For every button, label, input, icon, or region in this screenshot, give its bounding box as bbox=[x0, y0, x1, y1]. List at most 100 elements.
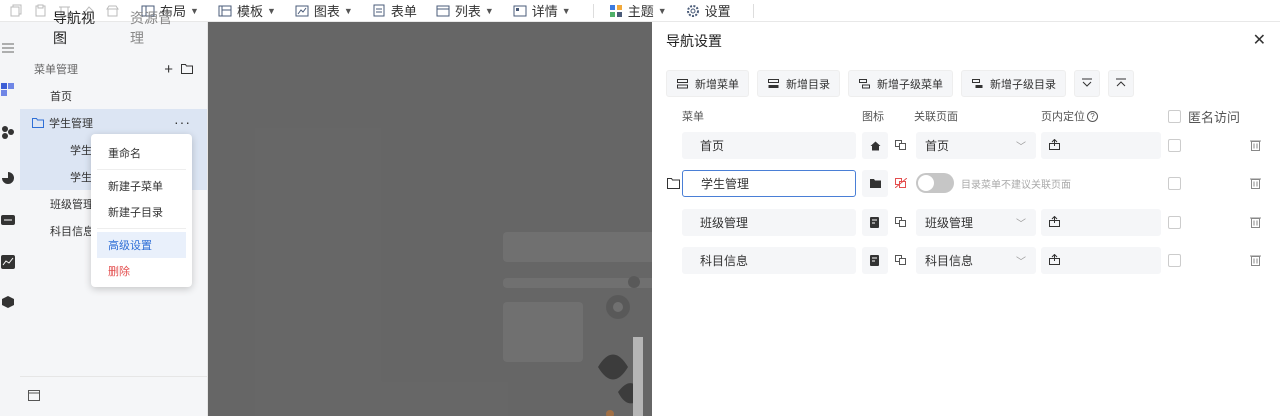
tab-nav-view[interactable]: 导航视图 bbox=[53, 8, 106, 56]
anonymous-checkbox[interactable] bbox=[1168, 254, 1181, 267]
header-linked-page: 关联页面 bbox=[914, 111, 958, 123]
paste-icon[interactable] bbox=[32, 3, 48, 19]
expand-all-button[interactable] bbox=[1074, 70, 1100, 97]
link-page-toggle[interactable] bbox=[916, 173, 954, 193]
tree-item-home[interactable]: 首页 bbox=[20, 82, 207, 109]
theme-icon bbox=[608, 3, 624, 19]
menu-item-new-subdir[interactable]: 新建子目录 bbox=[91, 199, 192, 225]
menu-name-input[interactable]: 学生管理 bbox=[682, 170, 856, 197]
anchor-picker-icon[interactable] bbox=[1049, 253, 1060, 268]
folder-add-icon[interactable] bbox=[181, 61, 193, 78]
form-menu[interactable]: 表单 bbox=[371, 1, 417, 20]
navigation-settings-drawer: 导航设置 ✕ 新增菜单 新增目录 新增子级菜单 新增子级目录 菜单 图标 关联页… bbox=[652, 22, 1280, 416]
linked-page-select[interactable]: 班级管理 ﹀ bbox=[916, 209, 1036, 236]
add-child-directory-button[interactable]: 新增子级目录 bbox=[961, 70, 1066, 97]
home-icon[interactable] bbox=[862, 132, 888, 159]
nav-row: 班级管理 班级管理 ﹀ bbox=[666, 209, 1266, 237]
anchor-picker-icon[interactable] bbox=[1049, 215, 1060, 230]
header-anchor: 页内定位 ? bbox=[1041, 108, 1098, 124]
tree-item-label: 学生管理 bbox=[49, 117, 93, 130]
menu-item-advanced-settings[interactable]: 高级设置 bbox=[97, 232, 186, 258]
unlink-page-icon[interactable] bbox=[894, 176, 908, 190]
left-icon-rail bbox=[0, 22, 20, 416]
chevron-down-icon: ﹀ bbox=[1016, 142, 1026, 153]
store-icon[interactable] bbox=[104, 3, 120, 19]
grid-blocks-icon[interactable] bbox=[0, 82, 16, 98]
add-directory-label: 新增目录 bbox=[786, 78, 830, 91]
form-menu-label: 表单 bbox=[390, 4, 417, 19]
menu-name-input[interactable]: 班级管理 bbox=[682, 209, 856, 236]
expand-all-icon bbox=[1082, 78, 1092, 90]
anonymous-checkbox[interactable] bbox=[1168, 216, 1181, 229]
theme-menu[interactable]: 主题 ▼ bbox=[608, 1, 667, 20]
menu-item-new-submenu[interactable]: 新建子菜单 bbox=[91, 173, 192, 199]
trash-icon[interactable] bbox=[1248, 138, 1262, 152]
chevron-down-icon: ﹀ bbox=[1016, 219, 1026, 230]
settings-menu[interactable]: 设置 bbox=[685, 1, 731, 20]
pie-chart-icon[interactable] bbox=[0, 170, 16, 186]
link-page-icon[interactable] bbox=[894, 138, 908, 152]
form-icon bbox=[371, 3, 387, 19]
anchor-input[interactable] bbox=[1041, 209, 1161, 236]
chevron-down-icon: ▼ bbox=[266, 5, 276, 16]
list-menu[interactable]: 列表 ▼ bbox=[435, 1, 494, 20]
copy-icon[interactable] bbox=[8, 3, 24, 19]
line-chart-icon[interactable] bbox=[0, 254, 16, 270]
plus-icon[interactable]: + bbox=[164, 61, 173, 78]
template-menu[interactable]: 模板 ▼ bbox=[217, 1, 276, 20]
collapse-all-button[interactable] bbox=[1108, 70, 1134, 97]
settings-menu-label: 设置 bbox=[704, 4, 731, 19]
menu-item-delete[interactable]: 删除 bbox=[91, 258, 192, 284]
input-field-icon[interactable] bbox=[0, 212, 16, 228]
note-edit-icon[interactable] bbox=[862, 247, 888, 274]
linked-page-select[interactable]: 科目信息 ﹀ bbox=[916, 247, 1036, 274]
chart-menu[interactable]: 图表 ▼ bbox=[294, 1, 353, 20]
trash-icon[interactable] bbox=[1248, 253, 1262, 267]
anonymous-checkbox[interactable] bbox=[1168, 139, 1181, 152]
chevron-down-icon: ▼ bbox=[484, 5, 494, 16]
more-options-icon[interactable]: ··· bbox=[174, 114, 191, 130]
anchor-input[interactable] bbox=[1041, 247, 1161, 274]
drawer-title: 导航设置 bbox=[666, 33, 722, 49]
nav-footer bbox=[20, 376, 208, 416]
tab-resource-management[interactable]: 资源管理 bbox=[130, 8, 183, 56]
link-page-icon[interactable] bbox=[894, 253, 908, 267]
detail-menu[interactable]: 详情 ▼ bbox=[512, 1, 571, 20]
directory-link-hint: 目录菜单不建议关联页面 bbox=[961, 180, 1071, 191]
add-directory-button[interactable]: 新增目录 bbox=[757, 70, 840, 97]
folder-open-icon bbox=[32, 117, 45, 128]
close-icon[interactable]: ✕ bbox=[1253, 30, 1266, 50]
menu-name-input[interactable]: 科目信息 bbox=[682, 247, 856, 274]
hamburger-icon[interactable] bbox=[0, 40, 16, 56]
help-circle-icon[interactable]: ? bbox=[1087, 110, 1098, 122]
tree-item-label: 班级管理 bbox=[50, 198, 94, 211]
modal-overlay[interactable] bbox=[208, 22, 652, 416]
link-page-icon[interactable] bbox=[894, 215, 908, 229]
chart-icon bbox=[294, 3, 310, 19]
add-child-menu-button[interactable]: 新增子级菜单 bbox=[848, 70, 953, 97]
gear-icon bbox=[685, 3, 701, 19]
anonymous-checkbox[interactable] bbox=[1168, 177, 1181, 190]
cube-icon[interactable] bbox=[0, 294, 16, 310]
menu-item-rename[interactable]: 重命名 bbox=[91, 140, 192, 166]
tree-item-students[interactable]: 学生管理 ··· bbox=[20, 109, 207, 136]
design-canvas bbox=[208, 22, 652, 416]
folder-icon bbox=[666, 176, 680, 190]
theme-menu-label: 主题 bbox=[627, 4, 654, 19]
add-menu-button[interactable]: 新增菜单 bbox=[666, 70, 749, 97]
anonymous-all-checkbox[interactable] bbox=[1168, 110, 1181, 123]
anchor-picker-icon[interactable] bbox=[1049, 138, 1060, 153]
trash-icon[interactable] bbox=[1248, 176, 1262, 190]
calendar-icon[interactable] bbox=[28, 389, 40, 404]
folder-filled-icon[interactable] bbox=[862, 170, 888, 197]
template-icon bbox=[217, 3, 233, 19]
trash-icon[interactable] bbox=[1248, 215, 1262, 229]
linked-page-select[interactable]: 首页 ﹀ bbox=[916, 132, 1036, 159]
anchor-input[interactable] bbox=[1041, 132, 1161, 159]
components-icon[interactable] bbox=[0, 124, 16, 140]
menu-name-input[interactable]: 首页 bbox=[682, 132, 856, 159]
template-menu-label: 模板 bbox=[236, 4, 263, 19]
chevron-down-icon: ▼ bbox=[343, 5, 353, 16]
note-edit-icon[interactable] bbox=[862, 209, 888, 236]
toggle-knob bbox=[918, 175, 934, 191]
